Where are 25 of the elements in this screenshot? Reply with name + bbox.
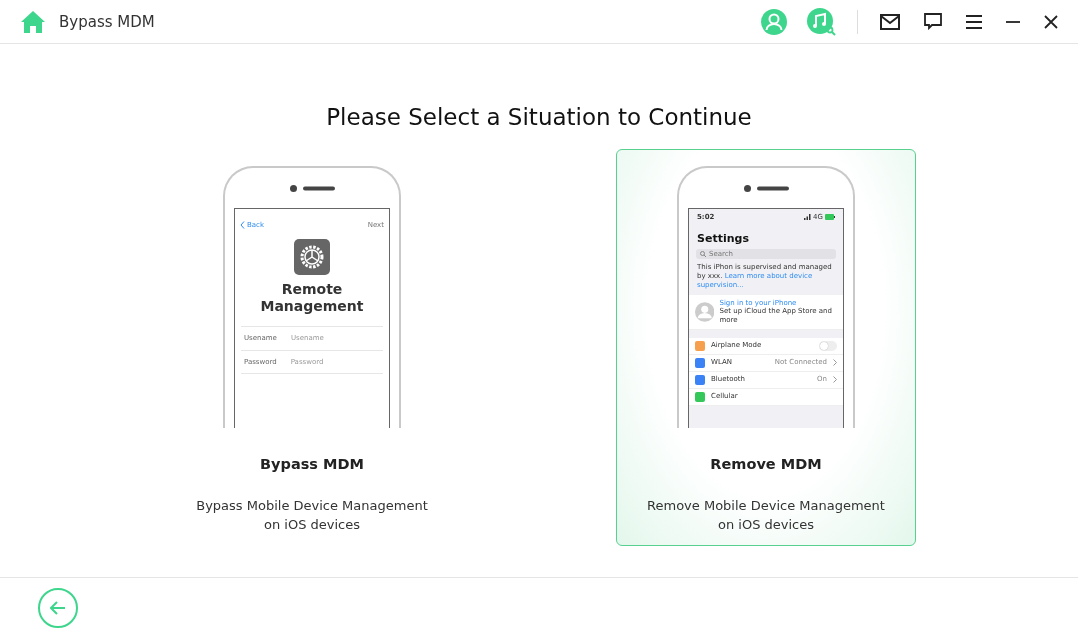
chat-icon[interactable]: [924, 13, 942, 30]
option-card[interactable]: [616, 149, 916, 546]
option-title: Remove MDM: [710, 456, 822, 472]
signal-icon: [804, 214, 812, 221]
option-title: Bypass MDM: [260, 456, 364, 472]
app-title: Bypass MDM: [59, 12, 156, 31]
gear-icon: [294, 238, 330, 275]
chevron-left-icon: [240, 221, 245, 230]
arrow-left-icon: [50, 600, 66, 615]
battery-icon: [825, 214, 835, 221]
menu-icon[interactable]: [966, 14, 982, 29]
chevron-right-icon: [833, 376, 837, 384]
avatar-icon: [695, 300, 715, 323]
option-description: Remove Mobile Device Management on iOS devices: [646, 497, 886, 534]
minimize-icon[interactable]: [1006, 19, 1020, 24]
mail-icon[interactable]: [880, 13, 900, 30]
chevron-right-icon: [833, 359, 837, 367]
speaker-drawing: [289, 184, 335, 192]
screen-title: Settings: [697, 231, 750, 246]
screen-title: Remote Management: [259, 280, 365, 316]
option-description: Bypass Mobile Device Management on iOS devices: [195, 497, 429, 534]
search-icon: [700, 250, 706, 257]
page-heading: Please Select a Situation to Continue: [326, 104, 752, 130]
speaker-drawing: [743, 184, 789, 192]
close-icon[interactable]: [1044, 14, 1058, 29]
